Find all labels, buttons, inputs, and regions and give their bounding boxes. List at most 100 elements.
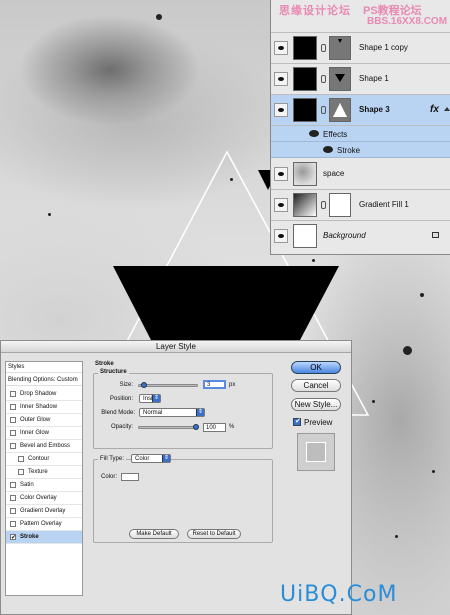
style-checkbox[interactable] — [10, 404, 16, 410]
opacity-slider[interactable] — [138, 424, 199, 430]
style-checkbox[interactable] — [10, 508, 16, 514]
style-item[interactable]: Inner Glow — [6, 427, 82, 440]
preview-checkbox[interactable] — [293, 417, 301, 426]
effects-row[interactable]: Effects — [271, 126, 450, 142]
style-item-label: Contour — [28, 456, 50, 462]
star — [395, 535, 398, 538]
style-item-label: Bevel and Emboss — [20, 443, 71, 449]
dropdown-arrow-icon — [152, 394, 160, 402]
layer-mask-thumbnail — [329, 193, 351, 217]
layer-thumbnail — [293, 193, 317, 217]
layer-name[interactable]: space — [323, 169, 344, 178]
star — [156, 14, 162, 20]
style-item[interactable]: Contour — [6, 453, 82, 466]
dialog-title[interactable]: Layer Style — [1, 341, 351, 353]
style-checkbox[interactable] — [10, 521, 16, 527]
slider-thumb[interactable] — [140, 382, 147, 388]
layer-name[interactable]: Background — [323, 231, 366, 240]
eye-icon[interactable] — [309, 130, 319, 137]
black-trapezoid-shape — [113, 266, 339, 342]
eye-icon[interactable] — [274, 229, 288, 243]
size-input[interactable]: 3 — [203, 380, 226, 389]
link-icon[interactable] — [321, 106, 326, 114]
eye-icon[interactable] — [274, 41, 288, 55]
stroke-section-title: Stroke — [95, 361, 114, 367]
style-item[interactable]: Inner Shadow — [6, 401, 82, 414]
eye-icon[interactable] — [274, 103, 288, 117]
blend-mode-label: Blend Mode: — [101, 410, 135, 416]
style-checkbox[interactable] — [10, 443, 16, 449]
eye-icon[interactable] — [274, 72, 288, 86]
layer-name[interactable]: Shape 3 — [359, 105, 390, 114]
style-checkbox[interactable] — [10, 482, 16, 488]
make-default-button[interactable]: Make Default — [129, 529, 179, 539]
lock-icon — [432, 232, 439, 238]
fill-type-select[interactable]: Color — [131, 454, 171, 463]
position-select[interactable]: Inside — [139, 394, 161, 403]
star — [312, 259, 315, 262]
reset-to-default-button[interactable]: Reset to Default — [187, 529, 241, 539]
style-preview-thumbnail — [297, 433, 335, 471]
slider-thumb[interactable] — [193, 424, 199, 430]
mask-shape-icon — [335, 74, 345, 82]
layer-thumbnail — [293, 98, 317, 122]
dropdown-arrow-icon — [162, 454, 170, 462]
style-item[interactable]: Bevel and Emboss — [6, 440, 82, 453]
style-item-label: Color Overlay — [20, 495, 57, 501]
layer-thumbnail — [293, 224, 317, 248]
style-checkbox[interactable] — [10, 532, 16, 545]
style-item[interactable]: Satin — [6, 479, 82, 492]
styles-header[interactable]: Styles — [6, 362, 82, 373]
layer-row-shape-1-copy[interactable]: Shape 1 copy — [271, 33, 450, 64]
style-item[interactable]: Drop Shadow — [6, 388, 82, 401]
style-checkbox[interactable] — [18, 456, 24, 462]
layer-row-gradient-fill[interactable]: Gradient Fill 1 — [271, 190, 450, 221]
preview-toggle[interactable]: Preview — [293, 417, 345, 429]
cancel-button[interactable]: Cancel — [291, 379, 341, 392]
size-slider[interactable] — [138, 382, 198, 388]
style-item[interactable]: Gradient Overlay — [6, 505, 82, 518]
eye-icon[interactable] — [274, 167, 288, 181]
layer-row-space[interactable]: space — [271, 159, 450, 190]
star — [403, 346, 412, 355]
ok-button[interactable]: OK — [291, 361, 341, 374]
link-icon[interactable] — [321, 201, 326, 209]
layer-name[interactable]: Shape 1 — [359, 74, 389, 83]
eye-icon[interactable] — [323, 146, 333, 153]
style-item[interactable]: Stroke — [6, 531, 82, 545]
size-label: Size: — [119, 382, 133, 388]
style-item[interactable]: Pattern Overlay — [6, 518, 82, 531]
layer-row-shape-3[interactable]: Shape 3 fx — [271, 95, 450, 126]
style-checkbox[interactable] — [10, 417, 16, 423]
layer-row-shape-1[interactable]: Shape 1 — [271, 64, 450, 95]
layer-name[interactable]: Shape 1 copy — [359, 43, 408, 52]
star — [372, 400, 375, 403]
color-label: Color: — [101, 474, 118, 480]
style-checkbox[interactable] — [10, 495, 16, 501]
fx-icon[interactable]: fx — [430, 104, 439, 115]
blending-options-item[interactable]: Blending Options: Custom — [6, 375, 82, 386]
watermark-logo: 思缘设计论坛 PS教程论坛 BBS.16XX8.COM — [271, 0, 450, 30]
collapse-arrow-icon[interactable] — [444, 107, 450, 111]
link-icon[interactable] — [321, 44, 326, 52]
style-item[interactable]: Outer Glow — [6, 414, 82, 427]
layer-thumbnail — [293, 162, 317, 186]
style-item[interactable]: Texture — [6, 466, 82, 479]
layer-name[interactable]: Gradient Fill 1 — [359, 200, 409, 209]
eye-icon[interactable] — [274, 198, 288, 212]
layer-row-background[interactable]: Background — [271, 221, 450, 254]
opacity-input[interactable]: 100 — [203, 423, 226, 432]
new-style-button[interactable]: New Style... — [291, 398, 341, 411]
color-swatch[interactable] — [121, 473, 139, 481]
layer-row-shape-1-copy-partial[interactable]: 思缘设计论坛 PS教程论坛 BBS.16XX8.COM — [271, 0, 450, 33]
blend-mode-select[interactable]: Normal — [139, 408, 205, 417]
style-checkbox[interactable] — [18, 469, 24, 475]
layer-style-dialog: Layer Style Styles Blending Options: Cus… — [0, 340, 352, 615]
effect-stroke-row[interactable]: Stroke — [271, 142, 450, 158]
style-item[interactable]: Color Overlay — [6, 492, 82, 505]
style-checkbox[interactable] — [10, 430, 16, 436]
position-label: Position: — [109, 396, 133, 402]
mask-shape-icon — [333, 103, 347, 117]
style-checkbox[interactable] — [10, 391, 16, 397]
link-icon[interactable] — [321, 75, 326, 83]
